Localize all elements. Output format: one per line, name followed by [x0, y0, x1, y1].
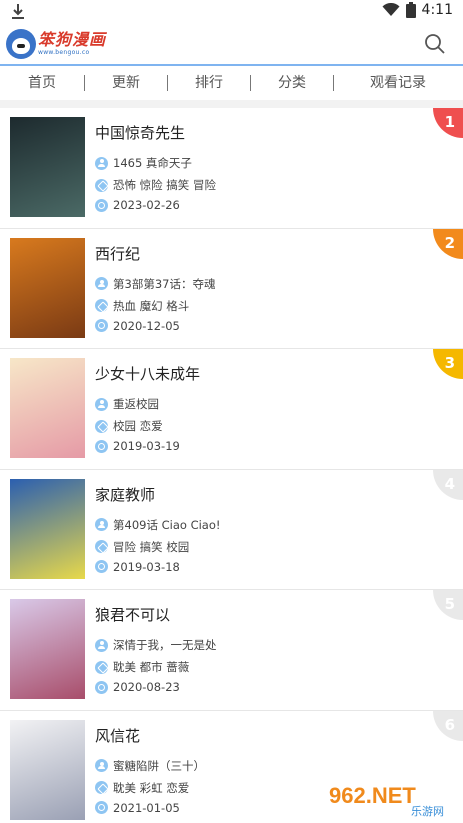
clock-time: 4:11 [421, 2, 453, 18]
comic-latest: 深情于我，一无是处 [113, 638, 217, 652]
comic-cover[interactable] [10, 117, 85, 217]
tag-icon [95, 299, 108, 312]
comic-tags: 冒险 搞笑 校园 [113, 539, 190, 554]
dog-mascot-icon [6, 29, 36, 59]
rank-badge: 2 [433, 228, 463, 259]
watermark-subtext: 乐游网 [411, 805, 444, 818]
comic-tags: 耽美 彩虹 恋爱 [113, 780, 190, 795]
rank-badge: 3 [433, 349, 463, 379]
comic-cover[interactable] [10, 719, 85, 820]
tag-icon [95, 178, 108, 192]
comic-date: 2019-03-19 [113, 439, 180, 453]
tab-ranking[interactable]: 排行 [168, 73, 250, 93]
tag-icon [95, 781, 108, 794]
clock-icon [95, 319, 108, 332]
site-watermark: 962.NET 乐游网 [321, 779, 457, 818]
tab-categories[interactable]: 分类 [251, 73, 333, 93]
clock-icon [95, 680, 108, 694]
nav-tabs: 首页 更新 排行 分类 观看记录 [0, 64, 463, 100]
clock-icon [95, 801, 108, 814]
comic-title[interactable]: 西行纪 [95, 243, 140, 264]
comic-title[interactable]: 少女十八未成年 [95, 363, 200, 384]
comic-cover[interactable] [10, 358, 85, 458]
clock-icon [95, 198, 108, 212]
rank-badge: 6 [433, 710, 463, 741]
comic-latest: 第3部第37话：夺魂 [113, 276, 216, 291]
tag-icon [95, 419, 108, 433]
download-icon [12, 4, 24, 19]
comic-list: 中国惊奇先生 1465 真命天子 恐怖 惊险 搞笑 冒险 2023-02-26 … [0, 108, 463, 823]
battery-icon [405, 2, 416, 18]
clock-icon [95, 560, 108, 573]
search-icon[interactable] [423, 32, 447, 56]
author-icon [95, 759, 108, 772]
tag-icon [95, 660, 108, 674]
comic-item[interactable]: 少女十八未成年 重返校园 校园 恋爱 2019-03-19 3 [0, 349, 463, 470]
author-icon [95, 156, 108, 170]
rank-badge: 5 [433, 590, 463, 620]
comic-latest: 重返校园 [113, 397, 159, 411]
comic-cover[interactable] [10, 237, 85, 338]
author-icon [95, 397, 108, 411]
comic-title[interactable]: 家庭教师 [95, 484, 155, 505]
comic-cover[interactable] [10, 478, 85, 579]
comic-latest: 1465 真命天子 [113, 156, 192, 170]
comic-date: 2019-03-18 [113, 559, 180, 574]
comic-title[interactable]: 狼君不可以 [95, 604, 170, 625]
tag-icon [95, 540, 108, 553]
logo-name: 笨狗漫画 [38, 30, 107, 49]
tab-history[interactable]: 观看记录 [334, 73, 462, 93]
comic-date: 2020-12-05 [113, 318, 180, 333]
comic-latest: 第409话 Ciao Ciao! [113, 517, 221, 532]
comic-title[interactable]: 中国惊奇先生 [95, 122, 185, 143]
comic-item[interactable]: 家庭教师 第409话 Ciao Ciao! 冒险 搞笑 校园 2019-03-1… [0, 469, 463, 590]
rank-badge: 4 [433, 469, 463, 500]
rank-badge: 1 [433, 108, 463, 138]
section-divider [0, 100, 463, 108]
author-icon [95, 638, 108, 652]
app-header: 笨狗漫画 www.bengou.co [0, 24, 463, 64]
comic-latest: 蜜糖陷阱（三十） [113, 758, 205, 773]
comic-item[interactable]: 中国惊奇先生 1465 真命天子 恐怖 惊险 搞笑 冒险 2023-02-26 … [0, 108, 463, 229]
logo-url: www.bengou.co [38, 49, 90, 56]
comic-date: 2021-01-05 [113, 800, 180, 815]
author-icon [95, 518, 108, 531]
comic-item[interactable]: 西行纪 第3部第37话：夺魂 热血 魔幻 格斗 2020-12-05 2 [0, 228, 463, 349]
wifi-icon [382, 3, 400, 16]
tab-home[interactable]: 首页 [0, 73, 84, 93]
status-bar: 4:11 [0, 0, 463, 24]
comic-date: 2020-08-23 [113, 680, 180, 694]
comic-date: 2023-02-26 [113, 198, 180, 212]
app-logo[interactable]: 笨狗漫画 www.bengou.co [6, 28, 106, 60]
comic-cover[interactable] [10, 599, 85, 699]
comic-tags: 校园 恋爱 [113, 419, 163, 433]
comic-tags: 热血 魔幻 格斗 [113, 298, 190, 313]
comic-title[interactable]: 风信花 [95, 725, 140, 746]
comic-tags: 耽美 都市 蔷薇 [113, 660, 190, 674]
author-icon [95, 277, 108, 290]
watermark-text: 962.NET [329, 783, 416, 808]
clock-icon [95, 439, 108, 453]
comic-tags: 恐怖 惊险 搞笑 冒险 [113, 178, 216, 192]
tab-updates[interactable]: 更新 [85, 73, 167, 93]
comic-item[interactable]: 狼君不可以 深情于我，一无是处 耽美 都市 蔷薇 2020-08-23 5 [0, 590, 463, 711]
